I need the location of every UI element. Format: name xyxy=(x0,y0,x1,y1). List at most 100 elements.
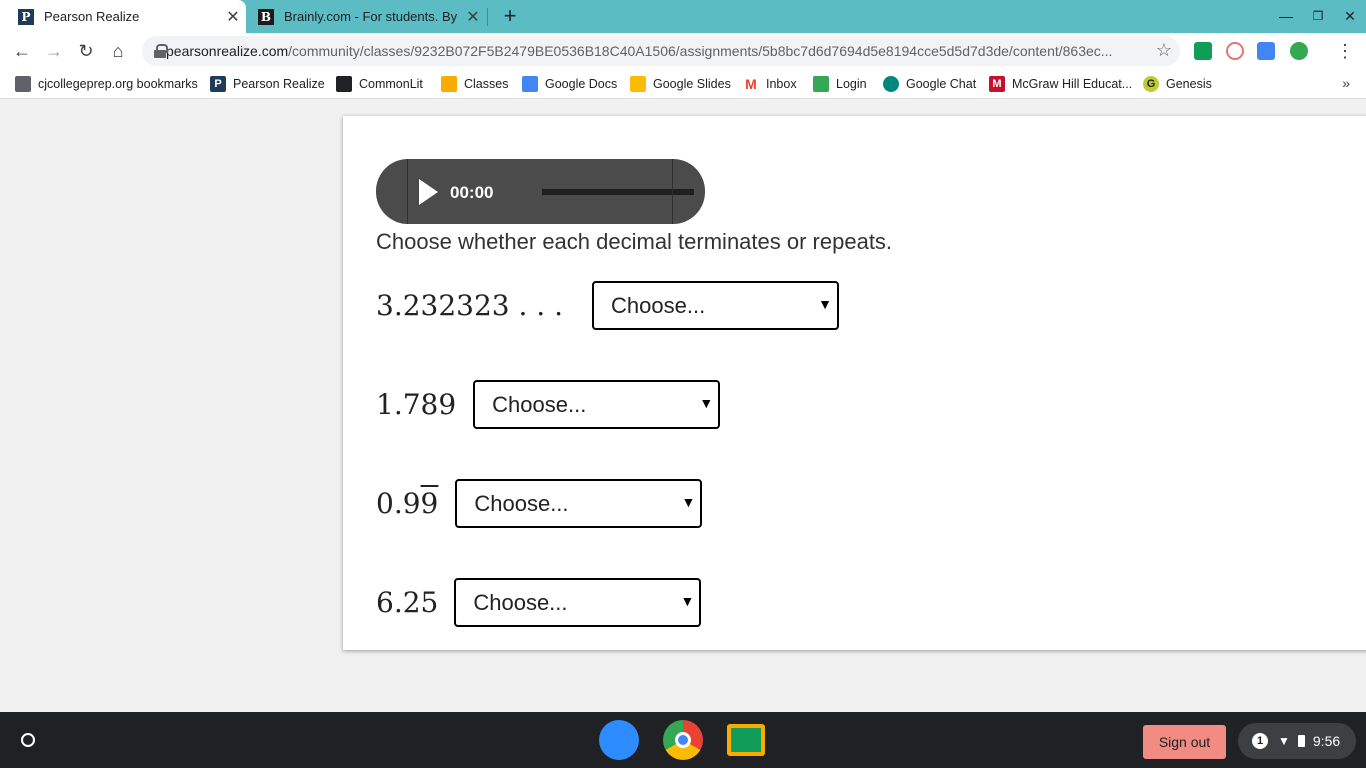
dropdown-arrow-icon: ▼ xyxy=(680,593,695,609)
repeating-digit: 9 xyxy=(420,487,439,520)
bookmark-label: Google Chat xyxy=(906,77,977,91)
gmail-icon: M xyxy=(743,76,759,92)
new-tab-icon[interactable]: + xyxy=(498,4,522,28)
select-value: Choose... xyxy=(473,589,568,615)
bookmark-cjcollegeprep[interactable]: cjcollegeprep.org bookmarks xyxy=(15,76,198,92)
more-bookmarks-icon[interactable]: » xyxy=(1342,75,1350,91)
question-card: 00:00 Choose whether each decimal termin… xyxy=(343,116,1366,650)
bookmark-classes[interactable]: Classes xyxy=(441,76,508,92)
tab-brainly[interactable]: B Brainly.com - For students. By st ✕ xyxy=(250,0,486,33)
audio-player: 00:00 xyxy=(376,159,705,224)
os-shelf: Sign out 1 ▼ 9:56 xyxy=(0,712,1366,768)
tab-separator xyxy=(487,8,488,26)
decimal-main: 0.9 xyxy=(376,487,421,520)
question-row-4: 6.25 Choose... ▼ xyxy=(376,578,702,627)
play-icon[interactable] xyxy=(419,179,438,205)
dropdown-arrow-icon: ▼ xyxy=(818,296,833,312)
pearson-favicon-icon: P xyxy=(18,8,34,25)
bookmark-label: Google Slides xyxy=(653,77,731,91)
bookmark-label: Classes xyxy=(464,77,509,91)
bookmark-star-icon[interactable]: ☆ xyxy=(1156,40,1172,61)
classroom-app-icon[interactable] xyxy=(727,724,765,756)
docs-icon xyxy=(522,76,538,92)
url-path: /community/classes/9232B072F5B2479BE0536… xyxy=(288,43,1113,59)
bookmark-inbox[interactable]: M Inbox xyxy=(743,76,797,92)
bookmark-label: McGraw Hill Educat... xyxy=(1012,77,1133,91)
bookmark-label: CommonLit xyxy=(359,77,423,91)
menu-kebab-icon[interactable]: ⋮ xyxy=(1332,38,1358,64)
question-row-1: 3.232323 . . . Choose... ▼ xyxy=(376,281,840,330)
bookmark-google-docs[interactable]: Google Docs xyxy=(522,76,617,92)
classroom-extension-icon[interactable] xyxy=(1194,42,1212,60)
pearson-icon: P xyxy=(210,76,226,92)
bookmark-pearson-realize[interactable]: P Pearson Realize xyxy=(210,76,325,92)
browser-toolbar: ← → ↻ ⌂ pearsonrealize.com/community/cla… xyxy=(0,33,1366,69)
puzzle-extension-icon[interactable] xyxy=(1257,42,1275,60)
minimize-icon[interactable]: — xyxy=(1274,5,1298,27)
bookmark-google-slides[interactable]: Google Slides xyxy=(630,76,731,92)
question-row-3: 0.99 Choose... ▼ xyxy=(376,479,703,528)
brainly-favicon-icon: B xyxy=(258,8,274,25)
url-host: pearsonrealize.com xyxy=(166,43,289,59)
tab-strip: P Pearson Realize ✕ B Brainly.com - For … xyxy=(0,0,1366,33)
chrome-app-icon[interactable] xyxy=(663,720,703,760)
tab-title: Pearson Realize xyxy=(44,9,140,24)
bookmark-label: Genesis xyxy=(1166,77,1212,91)
power-extension-icon[interactable] xyxy=(1290,42,1308,60)
window-close-icon[interactable]: ✕ xyxy=(1338,5,1362,27)
tab-pearson-realize[interactable]: P Pearson Realize ✕ xyxy=(0,0,246,33)
bookmark-label: Pearson Realize xyxy=(233,77,325,91)
zoom-app-icon[interactable] xyxy=(599,720,639,760)
wifi-icon: ▼ xyxy=(1278,734,1290,748)
chat-icon xyxy=(883,76,899,92)
answer-select-3[interactable]: Choose... ▼ xyxy=(455,479,703,528)
bookmark-mcgraw-hill[interactable]: M McGraw Hill Educat... xyxy=(989,76,1132,92)
bookmark-login[interactable]: Login xyxy=(813,76,867,92)
bookmark-genesis[interactable]: G Genesis xyxy=(1143,76,1212,92)
status-tray[interactable]: 1 ▼ 9:56 xyxy=(1238,723,1356,759)
forward-icon[interactable]: → xyxy=(41,38,67,64)
home-icon[interactable]: ⌂ xyxy=(105,38,131,64)
bookmark-label: cjcollegeprep.org bookmarks xyxy=(38,77,198,91)
question-row-2: 1.789 Choose... ▼ xyxy=(376,380,721,429)
bookmarks-bar: cjcollegeprep.org bookmarks P Pearson Re… xyxy=(0,69,1366,99)
reload-icon[interactable]: ↻ xyxy=(73,38,99,64)
bookmark-google-chat[interactable]: Google Chat xyxy=(883,76,976,92)
page-content: 00:00 Choose whether each decimal termin… xyxy=(0,100,1366,712)
audio-divider xyxy=(672,159,673,224)
battery-icon xyxy=(1297,735,1305,747)
select-value: Choose... xyxy=(492,391,587,417)
select-value: Choose... xyxy=(611,292,706,318)
answer-select-2[interactable]: Choose... ▼ xyxy=(473,380,721,429)
decimal-value: 3.232323 . . . xyxy=(376,289,564,322)
bookmark-commonlit[interactable]: CommonLit xyxy=(336,76,423,92)
close-tab-icon[interactable]: ✕ xyxy=(220,7,246,27)
slides-icon xyxy=(630,76,646,92)
book-icon xyxy=(336,76,352,92)
launcher-icon[interactable] xyxy=(10,722,46,758)
login-icon xyxy=(813,76,829,92)
classroom-icon xyxy=(441,76,457,92)
decimal-value: 0.99 xyxy=(376,487,438,520)
clock: 9:56 xyxy=(1312,733,1341,749)
mcgraw-icon: M xyxy=(989,76,1005,92)
blocker-extension-icon[interactable] xyxy=(1226,42,1244,60)
dropdown-arrow-icon: ▼ xyxy=(699,395,714,411)
decimal-value: 6.25 xyxy=(376,586,439,619)
folder-icon xyxy=(15,76,31,92)
dropdown-arrow-icon: ▼ xyxy=(681,494,696,510)
bookmark-label: Google Docs xyxy=(545,77,618,91)
question-prompt: Choose whether each decimal terminates o… xyxy=(376,229,893,254)
genesis-icon: G xyxy=(1143,76,1159,92)
close-tab-icon[interactable]: ✕ xyxy=(460,7,486,27)
sign-out-button[interactable]: Sign out xyxy=(1143,725,1226,759)
back-icon[interactable]: ← xyxy=(9,38,35,64)
restore-icon[interactable]: ❐ xyxy=(1306,5,1330,27)
address-bar[interactable]: pearsonrealize.com/community/classes/923… xyxy=(142,36,1180,66)
tab-title: Brainly.com - For students. By st xyxy=(284,9,460,24)
answer-select-1[interactable]: Choose... ▼ xyxy=(592,281,840,330)
bookmark-label: Inbox xyxy=(766,77,797,91)
answer-select-4[interactable]: Choose... ▼ xyxy=(454,578,702,627)
bookmark-label: Login xyxy=(836,77,867,91)
url-text: pearsonrealize.com/community/classes/923… xyxy=(166,43,1258,59)
